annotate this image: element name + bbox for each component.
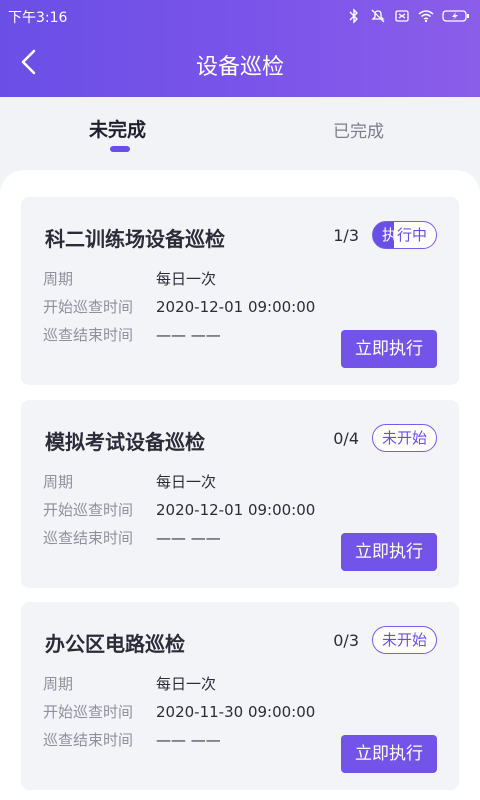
task-title: 办公区电路巡检: [45, 632, 185, 656]
start-time-label: 开始巡查时间: [43, 703, 134, 721]
page-title: 设备巡检: [195, 55, 284, 80]
start-time-row: 开始巡查时间 2020-12-01 09:00:00: [43, 499, 315, 520]
start-time-label: 开始巡查时间: [43, 298, 134, 316]
end-time-value: —— ——: [156, 529, 221, 547]
app-header: 下午3:16 设备巡检: [0, 0, 480, 97]
wifi-icon: [418, 10, 434, 23]
task-title: 模拟考试设备巡检: [45, 430, 205, 454]
execute-now-button[interactable]: 立即执行: [341, 533, 437, 571]
status-icons: [346, 6, 470, 26]
end-time-label: 巡查结束时间: [43, 731, 134, 749]
cycle-label: 周期: [43, 675, 74, 693]
start-time-value: 2020-12-01 09:00:00: [156, 298, 316, 316]
bluetooth-icon: [349, 8, 358, 24]
cycle-row: 周期 每日一次: [43, 268, 216, 289]
task-list: 科二训练场设备巡检 1/3 执行中 周期 每日一次 开始巡查时间 2020-12-0…: [0, 170, 480, 800]
mute-icon: [371, 9, 385, 23]
task-card[interactable]: 办公区电路巡检 0/3 未开始 周期 每日一次 开始巡查时间 2020-11-30 …: [21, 602, 459, 790]
end-time-value: —— ——: [156, 326, 221, 344]
tab-bar: 未完成 已完成: [0, 97, 480, 177]
execute-now-button[interactable]: 立即执行: [341, 735, 437, 773]
task-card[interactable]: 科二训练场设备巡检 1/3 执行中 周期 每日一次 开始巡查时间 2020-12-0…: [21, 197, 459, 385]
start-time-label: 开始巡查时间: [43, 501, 134, 519]
active-tab-indicator: [110, 146, 130, 152]
task-progress: 1/3: [333, 226, 359, 245]
start-time-value: 2020-12-01 09:00:00: [156, 501, 316, 519]
status-badge: 执行中: [371, 221, 437, 249]
status-badge: 未开始: [371, 424, 437, 452]
cycle-label: 周期: [43, 270, 74, 288]
task-title: 科二训练场设备巡检: [45, 227, 225, 251]
start-time-row: 开始巡查时间 2020-12-01 09:00:00: [43, 296, 315, 317]
cycle-row: 周期 每日一次: [43, 673, 216, 694]
task-progress: 0/4: [333, 429, 359, 448]
task-card[interactable]: 模拟考试设备巡检 0/4 未开始 周期 每日一次 开始巡查时间 2020-12-01…: [21, 400, 459, 588]
battery-charging-icon: [442, 10, 469, 22]
cycle-value: 每日一次: [156, 675, 217, 693]
end-time-label: 巡查结束时间: [43, 529, 134, 547]
end-time-row: 巡查结束时间 —— ——: [43, 527, 221, 548]
status-badge: 未开始: [371, 626, 437, 654]
start-time-row: 开始巡查时间 2020-11-30 09:00:00: [43, 701, 315, 722]
cycle-value: 每日一次: [156, 473, 217, 491]
end-time-row: 巡查结束时间 —— ——: [43, 324, 221, 345]
status-time: 下午3:16: [8, 10, 68, 26]
tab-completed[interactable]: 已完成: [333, 117, 384, 142]
execute-now-button[interactable]: 立即执行: [341, 330, 437, 368]
cycle-label: 周期: [43, 473, 74, 491]
no-sim-icon: [395, 10, 409, 22]
start-time-value: 2020-11-30 09:00:00: [156, 703, 316, 721]
tab-incomplete[interactable]: 未完成: [89, 115, 146, 142]
status-badge-part2: 行中: [396, 226, 427, 244]
status-bar: 下午3:16: [0, 0, 480, 32]
end-time-row: 巡查结束时间 —— ——: [43, 729, 221, 750]
end-time-label: 巡查结束时间: [43, 326, 134, 344]
status-badge-part1: 执: [381, 226, 397, 244]
end-time-value: —— ——: [156, 731, 221, 749]
cycle-row: 周期 每日一次: [43, 471, 216, 492]
task-progress: 0/3: [333, 631, 359, 650]
cycle-value: 每日一次: [156, 270, 217, 288]
